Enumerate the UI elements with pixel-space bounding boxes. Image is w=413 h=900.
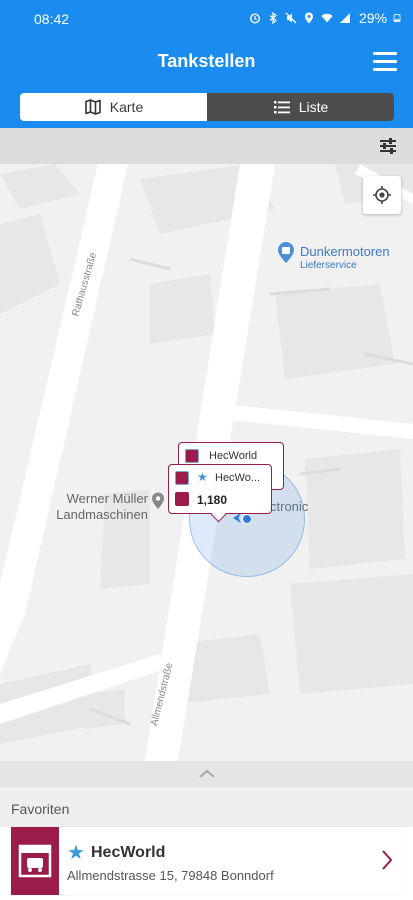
chevron-right-icon	[382, 850, 393, 870]
menu-icon-line	[373, 52, 397, 55]
status-icons: 29%	[249, 10, 401, 26]
poi-name: Dunkermotoren	[300, 244, 390, 259]
location-icon	[304, 12, 313, 24]
favorite-address: Allmendstrasse 15, 79848 Bonndorf	[67, 868, 274, 883]
poi-sub: Lieferservice	[300, 260, 357, 271]
tab-liste[interactable]: Liste	[207, 93, 394, 121]
list-icon	[273, 101, 290, 114]
station-marker-name: HecWorld	[209, 450, 258, 462]
filter-settings-icon[interactable]	[377, 135, 399, 157]
alarm-icon	[249, 13, 260, 24]
wifi-icon	[321, 13, 333, 23]
poi-marker-icon	[152, 492, 164, 509]
signal-icon	[339, 13, 350, 23]
drawer-handle[interactable]	[0, 761, 413, 787]
station-marker-price: 1,180	[197, 493, 228, 507]
favorite-star-icon: ★	[67, 842, 85, 864]
price-chart-icon	[175, 492, 189, 506]
favorite-station-card[interactable]: ★ HecWorld Allmendstrasse 15, 79848 Bonn…	[11, 827, 402, 895]
view-switch: Karte Liste	[20, 93, 394, 121]
crosshair-icon	[373, 186, 391, 204]
bluetooth-icon	[269, 12, 277, 24]
mute-icon	[285, 12, 297, 24]
poi-dunkermotoren[interactable]: Dunkermotoren Lieferservice	[300, 244, 390, 271]
favorite-star-icon: ★	[197, 470, 208, 484]
chevron-up-icon	[198, 769, 215, 778]
poi-werner-mueller[interactable]: Werner Müller Landmaschinen	[30, 491, 148, 523]
station-marker-name: HecWo...	[215, 472, 261, 484]
menu-icon-line	[373, 68, 397, 71]
fuel-station-icon	[185, 449, 199, 463]
favorites-header: Favoriten	[0, 787, 413, 827]
favorite-name: HecWorld	[91, 844, 166, 861]
locate-me-button[interactable]	[363, 176, 401, 214]
station-marker-favorite[interactable]: ★ HecWo... 1,180	[168, 464, 272, 514]
current-location-dot	[242, 514, 252, 524]
favorites-title: Favoriten	[11, 801, 70, 817]
fuel-station-icon	[11, 827, 59, 895]
menu-icon-line	[373, 60, 397, 63]
fuel-station-icon	[175, 471, 189, 485]
battery-percent: 29%	[358, 10, 387, 26]
page-title: Tankstellen	[157, 51, 256, 71]
app-bar: Tankstellen Karte Liste	[0, 38, 413, 128]
status-bar: 08:42 29%	[0, 0, 413, 38]
tab-liste-label: Liste	[298, 99, 329, 115]
tab-karte[interactable]: Karte	[20, 93, 207, 121]
status-time: 08:42	[34, 11, 70, 27]
poi-shopping-icon	[278, 242, 294, 263]
battery-icon	[393, 14, 401, 23]
menu-button[interactable]	[373, 52, 397, 72]
map-view[interactable]: Rathausstraße Allmendstraße Dunkermotore…	[0, 164, 413, 761]
filter-bar	[0, 128, 413, 164]
map-icon	[84, 99, 101, 115]
tab-karte-label: Karte	[109, 99, 144, 115]
